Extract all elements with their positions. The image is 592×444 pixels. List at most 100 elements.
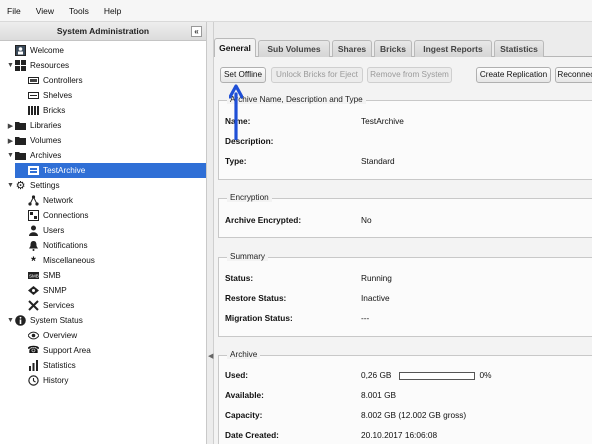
sidebar-header: System Administration « xyxy=(0,22,206,41)
encrypted-label: Archive Encrypted: xyxy=(225,215,302,225)
welcome-icon xyxy=(15,45,26,56)
snmp-icon xyxy=(28,285,39,296)
sidebar-item-archives[interactable]: ▼ Archives xyxy=(6,148,206,163)
main-content: General Sub Volumes Shares Bricks Ingest… xyxy=(214,22,592,444)
sidebar-item-resources[interactable]: ▼ Resources xyxy=(6,58,206,73)
unlock-bricks-button[interactable]: Unlock Bricks for Eject xyxy=(271,67,363,83)
sidebar-item-history[interactable]: History xyxy=(28,373,206,388)
archive-icon xyxy=(28,165,39,176)
name-label: Name: xyxy=(225,116,251,126)
sidebar-item-controllers[interactable]: Controllers xyxy=(28,73,206,88)
menubar: File View Tools Help xyxy=(0,0,592,22)
annotation-arrow-icon xyxy=(229,84,243,140)
sidebar-item-system-status[interactable]: ▼ System Status xyxy=(6,313,206,328)
shelf-icon xyxy=(28,90,39,101)
restore-status-label: Restore Status: xyxy=(225,293,287,303)
name-value: TestArchive xyxy=(361,116,404,126)
sidebar-title: System Administration xyxy=(56,26,150,36)
brick-icon xyxy=(28,105,39,116)
connections-icon xyxy=(28,210,39,221)
menu-tools[interactable]: Tools xyxy=(69,6,89,16)
sidebar-item-bricks[interactable]: Bricks xyxy=(28,103,206,118)
asterisk-icon: * xyxy=(31,253,36,268)
bell-icon xyxy=(28,240,39,251)
date-created-value: 20.10.2017 16:06:08 xyxy=(361,430,438,440)
general-panel: Set Offline Unlock Bricks for Eject Remo… xyxy=(214,57,592,444)
chart-icon xyxy=(28,360,39,371)
sidebar-item-overview[interactable]: Overview xyxy=(28,328,206,343)
info-icon xyxy=(15,315,26,326)
used-value-wrap: 0,26 GB 0% xyxy=(361,370,581,380)
gear-icon: ⚙ xyxy=(15,180,26,192)
sidebar-item-snmp[interactable]: SNMP xyxy=(28,283,206,298)
folder-icon xyxy=(15,150,26,161)
capacity-label: Capacity: xyxy=(225,410,263,420)
tools-icon xyxy=(28,300,39,311)
date-created-label: Date Created: xyxy=(225,430,279,440)
sidebar-item-volumes[interactable]: ▶ Volumes xyxy=(6,133,206,148)
chevron-down-icon[interactable]: ▼ xyxy=(6,182,15,189)
network-icon xyxy=(28,195,39,206)
capacity-value: 8.002 GB (12.002 GB gross) xyxy=(361,410,467,420)
create-replication-button[interactable]: Create Replication xyxy=(476,67,551,83)
sidebar-item-settings[interactable]: ▼ ⚙ Settings xyxy=(6,178,206,193)
collapse-sidebar-button[interactable]: « xyxy=(191,26,202,37)
grid-icon xyxy=(15,60,26,71)
archive-info-title: Archive Name, Description and Type xyxy=(227,95,366,104)
available-label: Available: xyxy=(225,390,264,400)
sidebar-item-support-area[interactable]: ☎ Support Area xyxy=(27,343,206,358)
chevron-down-icon[interactable]: ▼ xyxy=(6,317,15,324)
controller-icon xyxy=(28,75,39,86)
tab-ingest-reports[interactable]: Ingest Reports xyxy=(414,40,492,57)
tab-bar: General Sub Volumes Shares Bricks Ingest… xyxy=(214,38,592,58)
chevron-right-icon[interactable]: ▶ xyxy=(6,122,15,130)
tab-statistics[interactable]: Statistics xyxy=(494,40,544,57)
phone-icon: ☎ xyxy=(27,345,40,356)
chevron-left-icon[interactable]: ◀ xyxy=(208,352,213,360)
archive-group: Archive Used: 0,26 GB 0% Available: 8.001… xyxy=(218,350,592,444)
sidebar-item-connections[interactable]: Connections xyxy=(28,208,206,223)
splitter[interactable]: ◀ xyxy=(207,22,214,444)
used-label: Used: xyxy=(225,370,249,380)
sidebar-item-notifications[interactable]: Notifications xyxy=(28,238,206,253)
smb-icon: SMB xyxy=(28,270,39,281)
tab-sub-volumes[interactable]: Sub Volumes xyxy=(258,40,330,57)
chevron-down-icon[interactable]: ▼ xyxy=(6,62,15,69)
menu-help[interactable]: Help xyxy=(104,6,121,16)
folder-icon xyxy=(15,135,26,146)
type-label: Type: xyxy=(225,156,247,166)
set-offline-button[interactable]: Set Offline xyxy=(220,67,266,83)
sidebar-item-smb[interactable]: SMB SMB xyxy=(28,268,206,283)
tab-shares[interactable]: Shares xyxy=(332,40,372,57)
chevron-right-icon[interactable]: ▶ xyxy=(6,137,15,145)
tab-bricks[interactable]: Bricks xyxy=(374,40,412,57)
user-icon xyxy=(28,225,39,236)
sidebar-item-shelves[interactable]: Shelves xyxy=(28,88,206,103)
sidebar-item-statistics[interactable]: Statistics xyxy=(28,358,206,373)
chevron-down-icon[interactable]: ▼ xyxy=(6,152,15,159)
tab-general[interactable]: General xyxy=(214,38,256,58)
sidebar-item-network[interactable]: Network xyxy=(28,193,206,208)
sidebar-item-miscellaneous[interactable]: * Miscellaneous xyxy=(28,253,206,268)
eye-icon xyxy=(28,330,39,341)
used-progress-bar xyxy=(399,371,476,380)
archive-info-group: Archive Name, Description and Type Name:… xyxy=(218,95,592,180)
encryption-group: Encryption Archive Encrypted: No xyxy=(218,193,592,238)
available-value: 8.001 GB xyxy=(361,390,397,400)
reconnect-button[interactable]: Reconnect xyxy=(555,67,592,83)
encryption-title: Encryption xyxy=(227,193,272,202)
menu-view[interactable]: View xyxy=(36,6,54,16)
sidebar-item-services[interactable]: Services xyxy=(28,298,206,313)
status-value: Running xyxy=(361,273,392,283)
summary-group: Summary Status: Running Restore Status: … xyxy=(218,252,592,337)
sidebar-item-welcome[interactable]: Welcome xyxy=(6,43,206,58)
summary-title: Summary xyxy=(227,252,269,261)
remove-from-system-button[interactable]: Remove from System xyxy=(367,67,452,83)
sidebar-item-libraries[interactable]: ▶ Libraries xyxy=(6,118,206,133)
migration-status-value: --- xyxy=(361,313,370,323)
status-label: Status: xyxy=(225,273,254,283)
menu-file[interactable]: File xyxy=(7,6,21,16)
sidebar-item-testarchive[interactable]: TestArchive xyxy=(15,163,206,178)
history-icon xyxy=(28,375,39,386)
sidebar-item-users[interactable]: Users xyxy=(28,223,206,238)
